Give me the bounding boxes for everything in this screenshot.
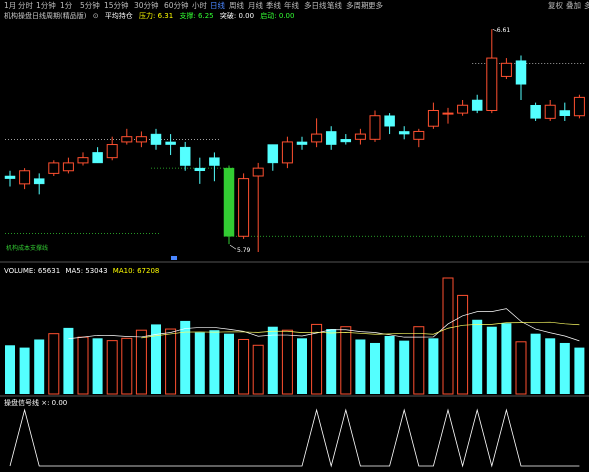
- volume-bar-3: [48, 333, 60, 395]
- volume-bar-18: [267, 326, 278, 394]
- volume-bar-31: [457, 294, 469, 395]
- candle-body-4: [62, 162, 74, 172]
- volume-bar-39: [574, 347, 585, 394]
- volume-bar-4: [63, 327, 74, 394]
- kline-chart[interactable]: 6.61 5.79 机构成本支撑线: [0, 0, 589, 472]
- candle-body-5: [77, 157, 89, 164]
- volume-bar-37: [545, 338, 556, 394]
- volume-bar-26: [384, 336, 395, 394]
- candle-body-35: [515, 60, 527, 85]
- volume-bar-17: [252, 344, 264, 395]
- volume-bar-38: [559, 342, 570, 394]
- volume-bar-8: [121, 337, 133, 395]
- volume-bar-21: [311, 323, 323, 395]
- volume-bar-6: [92, 338, 103, 394]
- candle-body-0: [4, 175, 16, 179]
- candle-body-25: [369, 115, 381, 140]
- candle-body-14: [209, 157, 220, 166]
- volume-bar-24: [355, 339, 366, 394]
- volume-bar-25: [370, 342, 380, 394]
- candle-body-28: [413, 130, 425, 140]
- signal-line: [9, 408, 580, 468]
- volume-bar-19: [281, 329, 293, 395]
- candle-body-20: [296, 141, 308, 145]
- candle-body-8: [121, 136, 133, 143]
- volume-bar-33: [486, 326, 497, 394]
- candle-body-27: [398, 131, 410, 135]
- candle-body-34: [500, 62, 512, 77]
- volume-bar-35: [515, 341, 527, 395]
- candle-body-38: [559, 110, 571, 116]
- candle-body-11: [165, 141, 176, 145]
- candle-body-17: [252, 167, 264, 177]
- candle-body-39: [573, 96, 585, 117]
- ma10-line: [141, 321, 580, 339]
- volume-bar-14: [209, 330, 220, 394]
- volume-bar-1: [19, 347, 30, 394]
- candle-body-24: [354, 133, 366, 140]
- candle-body-2: [33, 178, 45, 185]
- volume-bar-11: [165, 328, 177, 395]
- candle-body-12: [179, 146, 191, 166]
- candle-body-32: [471, 99, 483, 111]
- volume-bar-5: [77, 336, 89, 395]
- candle-body-1: [19, 170, 31, 185]
- candle-body-31: [457, 104, 469, 114]
- volume-bar-0: [5, 345, 15, 394]
- volume-bar-15: [224, 333, 234, 394]
- candle-body-19: [281, 141, 293, 164]
- volume-bar-29: [428, 338, 439, 394]
- candle-body-9: [135, 136, 147, 143]
- candle-body-21: [311, 133, 323, 143]
- candle-body-22: [325, 131, 337, 145]
- candle-body-13: [194, 167, 206, 172]
- candle-body-33: [486, 57, 498, 111]
- volume-bar-36: [530, 333, 541, 394]
- volume-bar-2: [34, 339, 45, 394]
- candle-body-26: [384, 115, 395, 127]
- volume-bar-9: [135, 329, 147, 395]
- candle-body-37: [544, 104, 556, 119]
- candle-body-36: [530, 104, 541, 119]
- low-price-marker: 5.79: [237, 247, 251, 254]
- volume-bar-7: [106, 340, 118, 395]
- candle-body-10: [150, 133, 162, 145]
- candle-body-16: [238, 178, 250, 237]
- volume-bar-22: [326, 329, 337, 394]
- volume-bar-16: [238, 338, 250, 395]
- high-price-marker: 6.61: [497, 27, 511, 34]
- volume-bar-13: [194, 332, 205, 394]
- volume-bar-30: [442, 277, 454, 395]
- candle-body-18: [267, 144, 279, 164]
- candle-body-23: [340, 139, 352, 143]
- cost-support-label: 机构成本支撑线: [6, 244, 48, 252]
- volume-bar-27: [399, 340, 410, 394]
- volume-bar-32: [472, 319, 483, 394]
- low-marker-line: [229, 244, 237, 250]
- candle-body-6: [92, 152, 103, 164]
- candle-body-30: [442, 112, 454, 115]
- candle-body-29: [427, 109, 439, 127]
- scroll-marker: [171, 256, 177, 260]
- candle-body-7: [106, 144, 118, 159]
- volume-bar-20: [297, 338, 307, 394]
- candle-body-15: [223, 167, 235, 237]
- volume-bar-23: [340, 326, 352, 395]
- volume-bar-34: [501, 323, 512, 394]
- candle-body-3: [48, 162, 60, 174]
